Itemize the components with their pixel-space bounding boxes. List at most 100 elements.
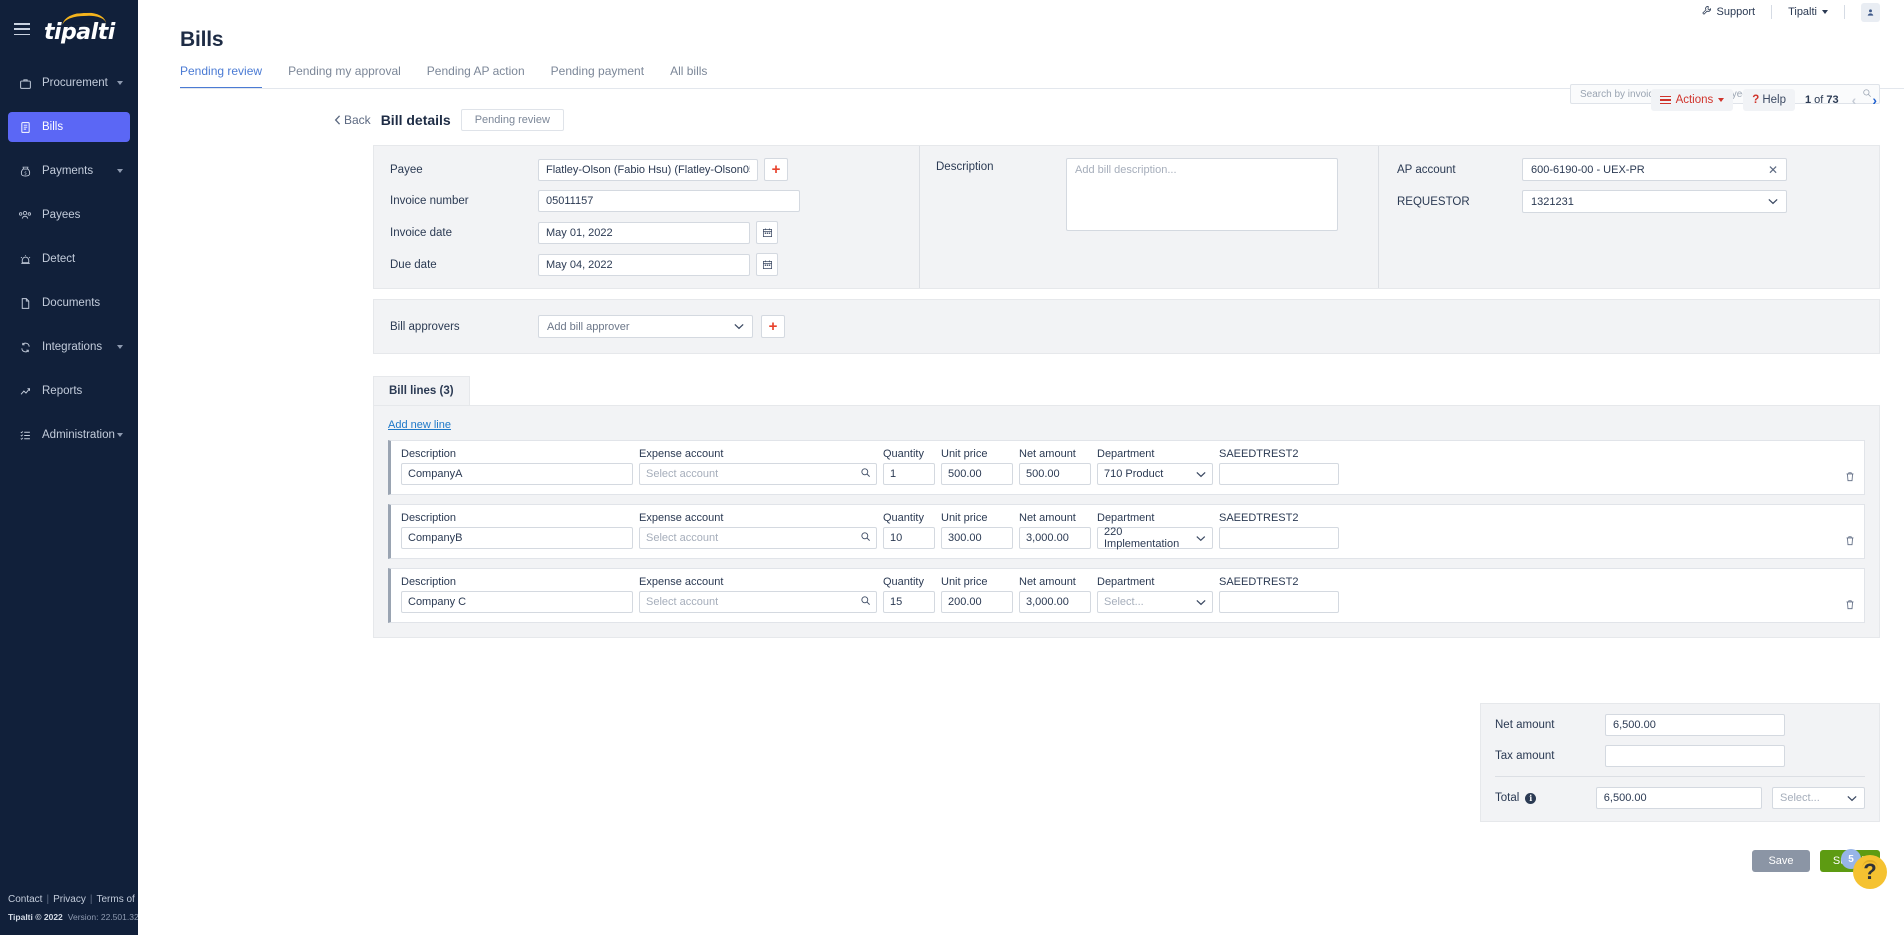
privacy-link[interactable]: Privacy [53, 894, 86, 905]
invoice-date-calendar-button[interactable] [756, 221, 778, 244]
tenant-menu[interactable]: Tipalti [1772, 6, 1844, 18]
support-link[interactable]: Support [1685, 5, 1772, 19]
sidebar-item-documents[interactable]: Documents [8, 288, 130, 318]
total-row: Total i Select... [1495, 787, 1865, 809]
line-description-input[interactable] [401, 527, 633, 549]
contact-link[interactable]: Contact [8, 894, 42, 905]
briefcase-icon [16, 75, 34, 91]
line-custom-input[interactable] [1219, 527, 1339, 549]
col-header-unit-price: Unit price [941, 448, 988, 460]
line-quantity-input[interactable] [883, 527, 935, 549]
topbar-divider-2 [1844, 5, 1845, 19]
help-button[interactable]: ? Help [1743, 89, 1795, 111]
due-date-calendar-button[interactable] [756, 253, 778, 276]
line-department-select[interactable]: 710 Product [1097, 463, 1213, 485]
add-new-line-link[interactable]: Add new line [388, 419, 451, 431]
col-header-expense-account: Expense account [639, 448, 724, 460]
invoice-date-input[interactable] [538, 221, 750, 244]
sidebar-item-payments[interactable]: $ Payments [8, 156, 130, 186]
payee-row: Payee + [390, 158, 919, 181]
line-unit-price-input[interactable] [941, 527, 1013, 549]
ap-account-field[interactable]: 600-6190-00 - UEX-PR ✕ [1522, 158, 1787, 181]
close-icon[interactable]: ✕ [1768, 164, 1778, 176]
delete-line-button[interactable] [1844, 470, 1856, 486]
avatar[interactable] [1861, 2, 1880, 22]
net-amount-input[interactable] [1605, 714, 1785, 736]
add-approver-button[interactable]: + [761, 315, 785, 338]
total-input[interactable] [1595, 787, 1763, 809]
line-expense-account-input[interactable] [639, 463, 877, 485]
chevron-down-icon [1196, 471, 1206, 477]
line-department-select[interactable]: Select... [1097, 591, 1213, 613]
help-fab-button[interactable]: ? [1853, 855, 1887, 889]
chevron-left-icon [334, 115, 341, 125]
actions-button[interactable]: Actions [1650, 89, 1734, 111]
description-label: Description [936, 161, 994, 173]
payee-input[interactable] [538, 158, 758, 181]
ap-account-label: AP account [1397, 163, 1456, 176]
ap-account-value: 600-6190-00 - UEX-PR [1531, 163, 1645, 176]
line-department-select[interactable]: 220 Implementation [1097, 526, 1213, 550]
sidebar-item-detect[interactable]: Detect [8, 244, 130, 274]
search-icon[interactable] [860, 595, 871, 609]
tab-pending-my-approval[interactable]: Pending my approval [288, 64, 401, 89]
sidebar-item-procurement[interactable]: Procurement [8, 68, 130, 98]
search-icon[interactable] [860, 467, 871, 481]
currency-select[interactable]: Select... [1772, 787, 1865, 809]
line-net-amount-input[interactable] [1019, 527, 1091, 549]
requestor-row: REQUESTOR 1321231 [1397, 190, 1861, 213]
net-amount-row: Net amount [1495, 714, 1865, 736]
tab-pending-ap-action[interactable]: Pending AP action [427, 64, 525, 89]
col-header-description: Description [401, 448, 457, 460]
col-header-quantity: Quantity [883, 576, 924, 588]
menu-toggle-icon[interactable] [14, 23, 30, 35]
line-net-amount-input[interactable] [1019, 591, 1091, 613]
save-button[interactable]: Save [1752, 850, 1810, 872]
tab-pending-review[interactable]: Pending review [180, 64, 263, 89]
line-description-input[interactable] [401, 591, 633, 613]
due-date-input[interactable] [538, 253, 750, 276]
line-quantity-input[interactable] [883, 463, 935, 485]
tax-amount-input[interactable] [1605, 745, 1785, 767]
search-icon[interactable] [860, 531, 871, 545]
line-quantity-input[interactable] [883, 591, 935, 613]
tax-amount-label: Tax amount [1495, 750, 1555, 762]
tab-pending-payment[interactable]: Pending payment [551, 64, 644, 89]
line-description-input[interactable] [401, 463, 633, 485]
invoice-number-row: Invoice number [390, 190, 919, 212]
requestor-field[interactable]: 1321231 [1522, 190, 1787, 213]
tab-all-bills[interactable]: All bills [670, 64, 707, 89]
sidebar-item-bills[interactable]: Bills [8, 112, 130, 142]
col-header-expense-account: Expense account [639, 576, 724, 588]
bill-approvers-label: Bill approvers [390, 320, 460, 333]
invoice-number-input[interactable] [538, 190, 800, 212]
payee-label: Payee [390, 163, 423, 176]
line-unit-price-input[interactable] [941, 463, 1013, 485]
add-bill-approver-placeholder: Add bill approver [547, 320, 630, 333]
sidebar-item-reports[interactable]: Reports [8, 376, 130, 406]
add-bill-approver-select[interactable]: Add bill approver [538, 315, 753, 338]
next-page-button[interactable]: › [1869, 92, 1880, 108]
delete-line-button[interactable] [1844, 598, 1856, 614]
line-expense-account-input[interactable] [639, 527, 877, 549]
add-payee-button[interactable]: + [764, 158, 788, 181]
sidebar-item-payees[interactable]: Payees [8, 200, 130, 230]
tipalti-logo[interactable]: tipalti [44, 11, 115, 44]
line-expense-account-input[interactable] [639, 591, 877, 613]
requestor-label: REQUESTOR [1397, 195, 1470, 208]
line-custom-input[interactable] [1219, 463, 1339, 485]
description-textarea[interactable] [1066, 158, 1338, 231]
pager-total: 73 [1826, 94, 1839, 106]
delete-line-button[interactable] [1844, 534, 1856, 550]
line-unit-price-input[interactable] [941, 591, 1013, 613]
line-net-amount-input[interactable] [1019, 463, 1091, 485]
prev-page-button[interactable]: ‹ [1849, 92, 1860, 108]
line-custom-input[interactable] [1219, 591, 1339, 613]
sidebar-item-administration[interactable]: Administration [8, 420, 130, 450]
info-icon[interactable]: i [1525, 792, 1537, 804]
tab-bill-lines[interactable]: Bill lines (3) [373, 376, 470, 405]
sidebar-item-integrations[interactable]: Integrations [8, 332, 130, 362]
svg-text:$: $ [24, 170, 27, 175]
col-header-description: Description [401, 576, 457, 588]
back-button[interactable]: Back [334, 113, 371, 127]
